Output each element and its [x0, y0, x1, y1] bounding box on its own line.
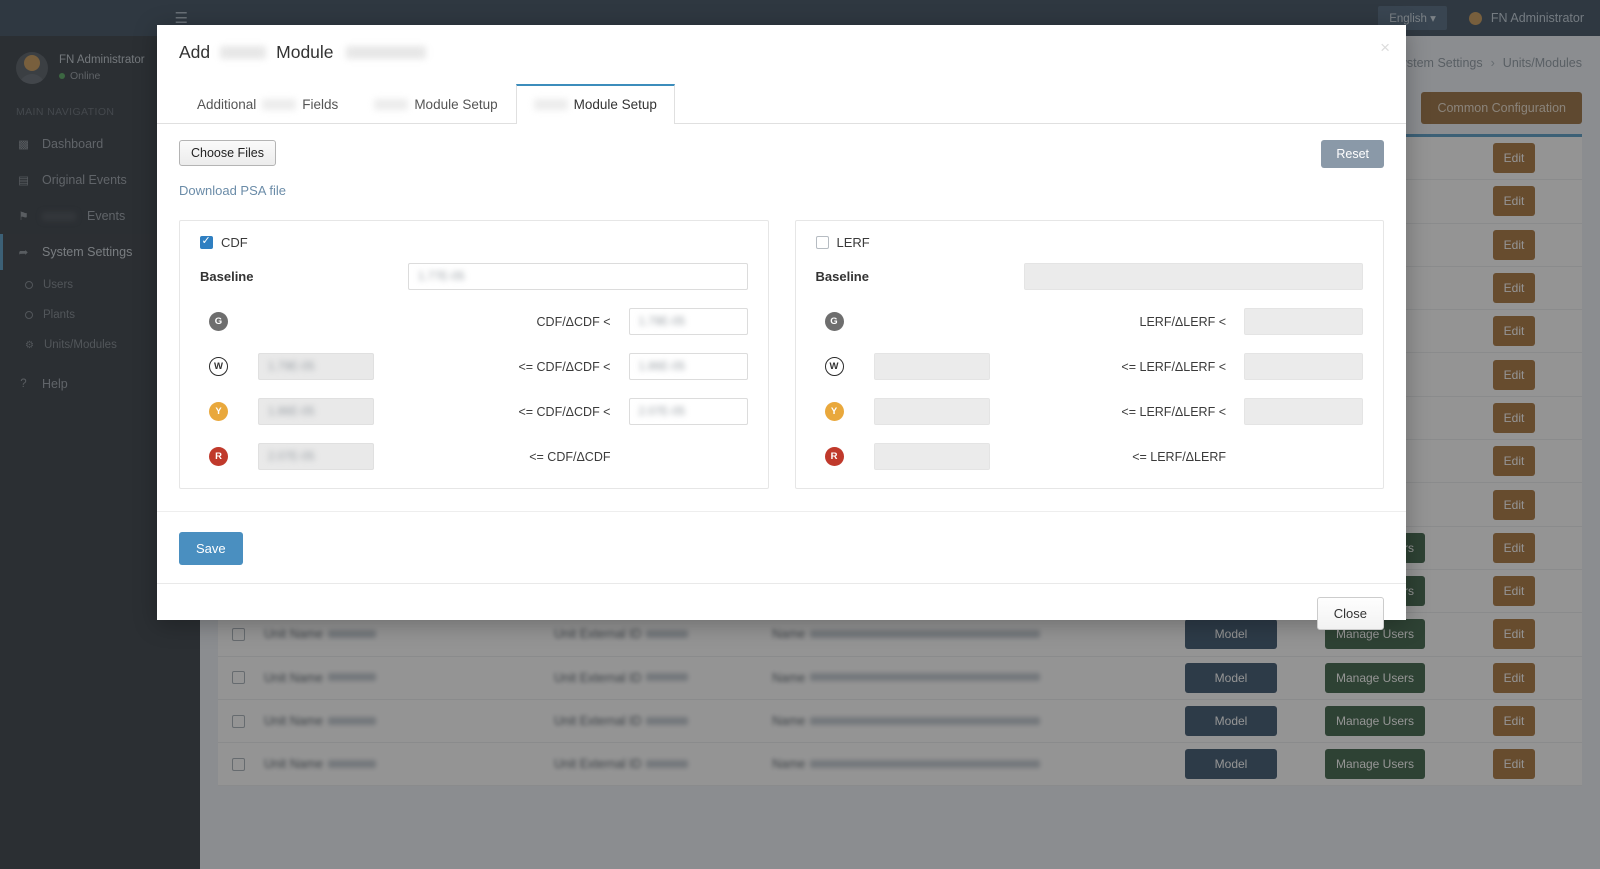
redacted-text: [345, 46, 426, 59]
modal-body: Choose Files Download PSA file Reset CDF…: [157, 124, 1406, 583]
lerf-threshold-row: W <= LERF/ΔLERF <: [816, 353, 1363, 380]
cdf-threshold-row: G CDF/ΔCDF < 1.79E-05: [200, 308, 748, 335]
cdf-operator-label: <= CDF/ΔCDF: [529, 449, 611, 464]
download-psa-file-link[interactable]: Download PSA file: [179, 183, 286, 198]
cdf-badge-w: W: [209, 357, 228, 376]
redacted-text: [220, 46, 267, 59]
modal-title-prefix: Add: [179, 42, 211, 62]
lerf-upper-bound-input[interactable]: [1244, 353, 1363, 380]
lerf-lower-bound-input[interactable]: [873, 398, 990, 425]
tab-label-post: Module Setup: [573, 97, 657, 112]
modal-header: Add Module ×: [157, 25, 1406, 75]
lerf-operator-label: <= LERF/ΔLERF: [1132, 449, 1226, 464]
modal-footer: Close: [157, 583, 1406, 643]
lerf-baseline-input[interactable]: [1023, 263, 1363, 290]
cdf-lower-bound-input[interactable]: 1.79E-05: [258, 353, 374, 380]
redacted-text: [262, 98, 297, 110]
cdf-threshold-row: Y 1.86E-05 <= CDF/ΔCDF < 2.07E-05: [200, 398, 748, 425]
lerf-badge-w: W: [824, 357, 844, 376]
cdf-lower-bound-value: 1.79E-05: [268, 360, 315, 373]
cdf-upper-bound-input[interactable]: 1.79E-05: [628, 308, 748, 335]
lerf-threshold-row: R <= LERF/ΔLERF: [816, 443, 1364, 470]
lerf-upper-bound-input[interactable]: [1244, 398, 1363, 425]
cdf-lower-bound-input[interactable]: 1.86E-05: [258, 398, 374, 425]
cdf-threshold-row: W 1.79E-05 <= CDF/ΔCDF < 1.86E-05: [200, 353, 748, 380]
threshold-panels: CDF Baseline 1.77E-05 G CDF/ΔCDF < 1.79E-0…: [179, 220, 1384, 489]
lerf-threshold-row: Y <= LERF/ΔLERF <: [816, 398, 1363, 425]
cdf-checkbox-row[interactable]: CDF: [200, 234, 748, 250]
cdf-upper-bound-input[interactable]: 1.86E-05: [628, 353, 748, 380]
cdf-baseline-row: Baseline 1.77E-05: [200, 263, 748, 290]
redacted-text: [374, 98, 409, 110]
lerf-badge-y: Y: [824, 402, 844, 421]
file-row: Choose Files Download PSA file Reset: [179, 140, 1384, 198]
tab-label-post: Module Setup: [414, 96, 498, 112]
cdf-operator-label: <= CDF/ΔCDF <: [518, 359, 611, 374]
modal-tabs: Additional Fields Module Setup Module Se…: [157, 83, 1406, 124]
lerf-checkbox-label: LERF: [836, 235, 870, 250]
cdf-badge-g: G: [209, 312, 228, 331]
cdf-upper-bound-value: 1.86E-05: [638, 360, 686, 373]
cdf-threshold-rows: G CDF/ΔCDF < 1.79E-05 W 1.79E-05 <= CDF/ΔCDF …: [200, 308, 748, 470]
cdf-upper-bound-value: 2.07E-05: [638, 405, 686, 418]
lerf-checkbox[interactable]: [815, 236, 829, 249]
tab-module-setup-1[interactable]: Module Setup: [356, 84, 515, 124]
lerf-upper-bound-input[interactable]: [1244, 308, 1363, 335]
cdf-baseline-label: Baseline: [200, 269, 254, 284]
add-module-modal: Add Module × Additional Fields Module Se…: [157, 25, 1406, 630]
cdf-baseline-value: 1.77E-05: [418, 270, 465, 283]
cdf-upper-bound-input[interactable]: 2.07E-05: [628, 398, 748, 425]
cdf-lower-bound-value: 1.86E-05: [268, 405, 315, 418]
cdf-lower-bound-value: 2.07E-05: [268, 450, 315, 463]
lerf-threshold-row: G LERF/ΔLERF <: [816, 308, 1363, 335]
cdf-threshold-row: R 2.07E-05 <= CDF/ΔCDF: [200, 443, 748, 470]
save-zone: Save: [157, 511, 1406, 583]
cdf-checkbox-label: CDF: [221, 235, 248, 250]
tab-additional-fields[interactable]: Additional Fields: [179, 84, 356, 124]
tab-label-post: Fields: [302, 96, 339, 112]
modal-title-suffix: Module: [276, 42, 334, 62]
lerf-lower-bound-input[interactable]: [873, 443, 990, 470]
lerf-badge-r: R: [824, 447, 844, 466]
lerf-operator-label: <= LERF/ΔLERF <: [1121, 359, 1226, 374]
cdf-operator-label: <= CDF/ΔCDF <: [518, 404, 611, 419]
cdf-badge-y: Y: [209, 402, 228, 421]
file-controls: Choose Files Download PSA file: [179, 140, 286, 198]
lerf-baseline-row: Baseline: [815, 263, 1363, 290]
cdf-operator-label: CDF/ΔCDF <: [536, 314, 611, 329]
cdf-checkbox[interactable]: [200, 234, 213, 249]
cdf-badge-r: R: [209, 447, 228, 466]
lerf-operator-label: LERF/ΔLERF <: [1139, 314, 1227, 329]
lerf-threshold-rows: G LERF/ΔLERF < W <= LERF/ΔLERF < Y <= LERF/ΔL…: [816, 308, 1364, 470]
close-icon[interactable]: ×: [1380, 39, 1390, 56]
save-button[interactable]: Save: [179, 532, 243, 565]
redacted-text: [533, 99, 568, 110]
cdf-lower-bound-input[interactable]: 2.07E-05: [258, 443, 374, 470]
cdf-upper-bound-value: 1.79E-05: [638, 315, 686, 328]
reset-button[interactable]: Reset: [1321, 140, 1384, 168]
close-button[interactable]: Close: [1316, 597, 1384, 630]
cdf-baseline-input[interactable]: 1.77E-05: [408, 263, 748, 290]
tab-label-pre: Additional: [197, 96, 257, 112]
lerf-operator-label: <= LERF/ΔLERF <: [1121, 404, 1226, 419]
cdf-panel: CDF Baseline 1.77E-05 G CDF/ΔCDF < 1.79E-0…: [179, 220, 769, 489]
lerf-badge-g: G: [824, 312, 844, 331]
lerf-lower-bound-input[interactable]: [873, 353, 990, 380]
lerf-checkbox-row[interactable]: LERF: [815, 235, 1364, 250]
lerf-baseline-label: Baseline: [815, 269, 869, 284]
modal-title: Add Module: [179, 42, 1384, 63]
lerf-panel: LERF Baseline G LERF/ΔLERF < W <= LERF/ΔLER…: [794, 220, 1384, 489]
choose-files-button[interactable]: Choose Files: [179, 140, 276, 166]
tab-module-setup-2[interactable]: Module Setup: [515, 84, 675, 124]
